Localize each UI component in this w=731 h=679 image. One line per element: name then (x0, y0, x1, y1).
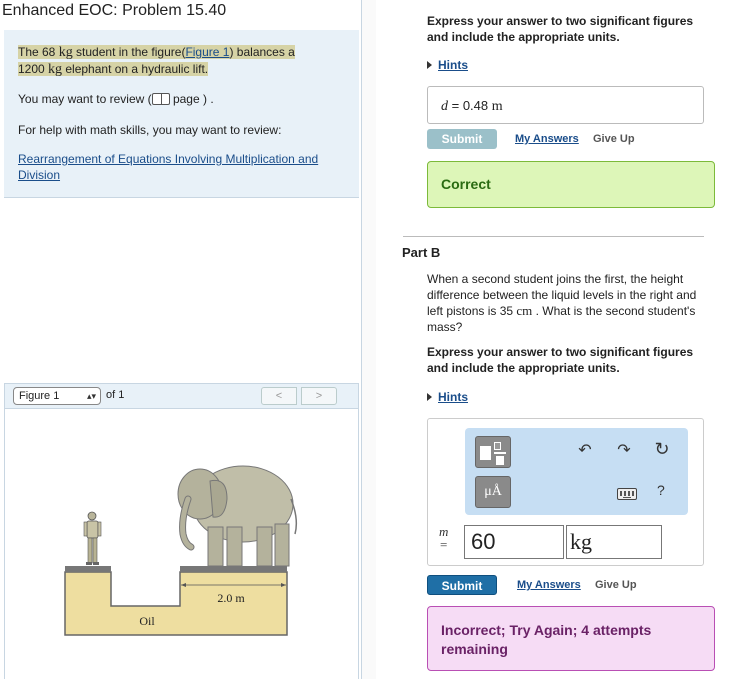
statement-text: elephant on a hydraulic lift. (62, 62, 209, 76)
math-toolbar: μÅ ↶ ↷ ↻ ? (465, 428, 688, 515)
statement-text: The 68 (18, 45, 59, 59)
keyboard-icon[interactable] (617, 488, 637, 500)
book-icon[interactable] (151, 93, 170, 105)
unit-cm: cm (516, 303, 533, 318)
figure-area: 2.0 m Oil (4, 409, 359, 679)
triangle-right-icon (427, 61, 432, 69)
part-divider (403, 236, 704, 237)
oil-fill (64, 571, 288, 636)
unit-input[interactable]: kg (566, 525, 662, 559)
part-b-submit-button[interactable]: Submit (427, 575, 497, 595)
problem-title: Enhanced EOC: Problem 15.40 (2, 2, 227, 19)
student-figure (83, 511, 102, 565)
part-a-hints-toggle[interactable]: Hints (427, 58, 468, 72)
reset-icon[interactable]: ↻ (653, 439, 671, 460)
part-a-answer-display: d = 0.48 m (427, 86, 704, 124)
redo-icon[interactable]: ↷ (615, 440, 633, 460)
part-b-title: Part B (402, 245, 441, 260)
answer-variable: d (441, 99, 448, 114)
statement-text: student in the figure( (72, 45, 186, 59)
left-piston (65, 566, 111, 572)
page: Enhanced EOC: Problem 15.40 The 68 kg st… (0, 0, 731, 679)
oil-label: Oil (139, 614, 155, 628)
next-figure-button[interactable]: > (301, 387, 337, 405)
statement-text: 1200 (18, 62, 49, 76)
part-b-hints-toggle[interactable]: Hints (427, 390, 468, 404)
answer-unit: m (491, 99, 503, 114)
template-icon (494, 442, 501, 450)
part-a-submit-button[interactable]: Submit (427, 129, 497, 149)
hints-label: Hints (438, 390, 468, 404)
answer-equals: = (448, 98, 463, 113)
template-icon-part (480, 446, 491, 460)
elephant-figure (177, 465, 298, 567)
undo-icon[interactable]: ↶ (576, 440, 594, 460)
gutter (362, 0, 376, 679)
help-text: For help with math skills, you may want … (18, 123, 282, 137)
units-button[interactable]: μÅ (475, 476, 511, 508)
template-icon-part (496, 456, 504, 465)
templates-button[interactable] (475, 436, 511, 468)
left-column: Enhanced EOC: Problem 15.40 The 68 kg st… (0, 0, 362, 679)
value-input[interactable]: 60 (464, 525, 564, 559)
part-b-feedback-incorrect: Incorrect; Try Again; 4 attempts remaini… (427, 606, 715, 671)
figure-select[interactable]: Figure 1 ▴▾ (13, 387, 101, 405)
unit-kg: kg (58, 45, 73, 60)
figure-toolbar: Figure 1 ▴▾ of 1 < > (4, 383, 359, 409)
hydraulic-lift-figure: 2.0 m Oil (64, 465, 298, 636)
figure-link[interactable]: Figure 1 (185, 45, 229, 59)
updown-arrows-icon: ▴▾ (86, 391, 96, 401)
triangle-right-icon (427, 393, 432, 401)
part-b-instructions: Express your answer to two significant f… (427, 345, 694, 375)
help-icon[interactable]: ? (657, 482, 665, 498)
statement-text: ) balances a (229, 45, 295, 59)
unit-kg: kg (48, 62, 63, 77)
part-b-question: When a second student joins the first, t… (427, 271, 712, 335)
review-page-text: page ) . (169, 92, 214, 106)
statement-highlight: The 68 kg student in the figure(Figure 1… (18, 45, 295, 77)
equals-sign: = (440, 537, 448, 552)
previous-figure-button[interactable]: < (261, 387, 297, 405)
answer-variable-label: m = (439, 525, 448, 551)
answer-value: 0.48 (462, 98, 492, 113)
part-a-my-answers-link[interactable]: My Answers (515, 133, 579, 145)
part-b-my-answers-link[interactable]: My Answers (517, 579, 581, 591)
dimension-label: 2.0 m (217, 591, 245, 605)
math-skills-link[interactable]: Rearrangement of Equations Involving Mul… (18, 151, 358, 183)
part-a-give-up-link[interactable]: Give Up (593, 133, 635, 145)
review-text: You may want to review ( (18, 92, 152, 106)
part-b-answer-input-panel: μÅ ↶ ↷ ↻ ? m = 60 kg (427, 418, 704, 566)
review-line: You may want to review ( page ) . (18, 92, 214, 106)
part-a-feedback-correct: Correct (427, 161, 715, 208)
template-icon-part (494, 452, 506, 454)
problem-statement-panel: The 68 kg student in the figure(Figure 1… (4, 30, 359, 198)
figure-count: of 1 (106, 389, 125, 401)
hints-label: Hints (438, 58, 468, 72)
part-b-give-up-link[interactable]: Give Up (595, 579, 637, 591)
problem-statement: The 68 kg student in the figure(Figure 1… (18, 44, 338, 78)
figure-select-value: Figure 1 (19, 390, 60, 402)
right-column: Express your answer to two significant f… (376, 0, 731, 679)
part-a-instructions: Express your answer to two significant f… (427, 14, 694, 44)
right-piston (180, 566, 287, 572)
